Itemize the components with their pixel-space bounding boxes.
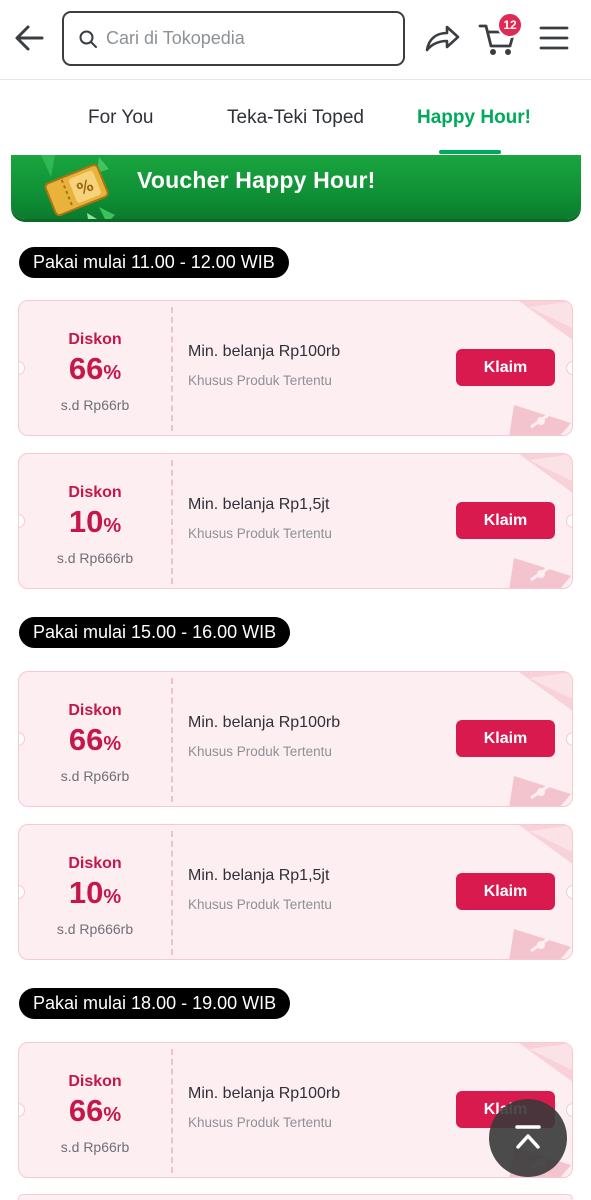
back-arrow-icon[interactable] [12,20,48,56]
claim-button[interactable]: Klaim [456,502,555,539]
tab-happy-hour[interactable]: Happy Hour! [417,107,531,129]
menu-icon[interactable] [537,22,571,54]
share-icon[interactable] [423,20,461,56]
claim-button[interactable]: Klaim [456,873,555,910]
min-purchase: Min. belanja Rp100rb [188,343,341,360]
voucher-card: Diskon 10% s.d Rp666rb Min. belanja Rp1,… [18,824,573,960]
discount-max: s.d Rp66rb [60,397,130,413]
voucher-note: Khusus Produk Tertentu [188,897,332,912]
search-input[interactable] [106,28,376,49]
voucher-note: Khusus Produk Tertentu [188,373,332,388]
voucher-ticket-icon: % [41,155,115,219]
min-purchase: Min. belanja Rp100rb [188,1085,341,1102]
min-purchase: Min. belanja Rp1,5jt [188,867,330,884]
discount-label: Diskon [68,702,122,719]
discount-value: 66% [68,1093,122,1128]
claim-button[interactable]: Klaim [456,349,555,386]
discount-label: Diskon [68,484,122,501]
discount-max: s.d Rp666rb [56,921,134,937]
top-app-bar: 12 [0,0,591,80]
min-purchase: Min. belanja Rp1,5jt [188,496,330,513]
time-slot-label: Pakai mulai 11.00 - 12.00 WIB [19,247,289,278]
search-bar[interactable] [62,11,405,66]
voucher-card: Diskon 10% s.d Rp666rb Min. belanja Rp1,… [18,453,573,589]
claim-button[interactable]: Klaim [456,720,555,757]
min-purchase: Min. belanja Rp100rb [188,714,341,731]
discount-value: 10% [68,875,122,910]
discount-label: Diskon [68,331,122,348]
scroll-to-top-icon [515,1125,541,1149]
happy-hour-banner: % Voucher Happy Hour! [11,155,581,219]
voucher-note: Khusus Produk Tertentu [188,744,332,759]
voucher-note: Khusus Produk Tertentu [188,526,332,541]
tab-for-you[interactable]: For You [88,107,154,129]
tab-teka-teki-toped[interactable]: Teka-Teki Toped [227,107,364,129]
voucher-card-partial [18,1194,573,1200]
discount-max: s.d Rp66rb [60,768,130,784]
search-icon [79,30,97,48]
time-slot-label: Pakai mulai 15.00 - 16.00 WIB [19,617,291,648]
discount-label: Diskon [68,855,122,872]
cart-count-badge: 12 [497,12,523,38]
discount-value: 10% [68,504,122,539]
voucher-card: Diskon 66% s.d Rp66rb Min. belanja Rp100… [18,300,573,436]
voucher-card: Diskon 66% s.d Rp66rb Min. belanja Rp100… [18,671,573,807]
discount-value: 66% [68,722,122,757]
tab-bar: For You Teka-Teki Toped Happy Hour! [0,81,591,155]
scroll-to-top-button[interactable] [489,1099,567,1177]
discount-max: s.d Rp66rb [60,1139,130,1155]
time-slot-label: Pakai mulai 18.00 - 19.00 WIB [19,988,291,1019]
voucher-note: Khusus Produk Tertentu [188,1115,332,1130]
discount-label: Diskon [68,1073,122,1090]
discount-value: 66% [68,351,122,386]
banner-title: Voucher Happy Hour! [137,167,376,193]
discount-max: s.d Rp666rb [56,550,134,566]
active-tab-indicator [439,150,501,154]
voucher-card: Diskon 66% s.d Rp66rb Min. belanja Rp100… [18,1042,573,1178]
